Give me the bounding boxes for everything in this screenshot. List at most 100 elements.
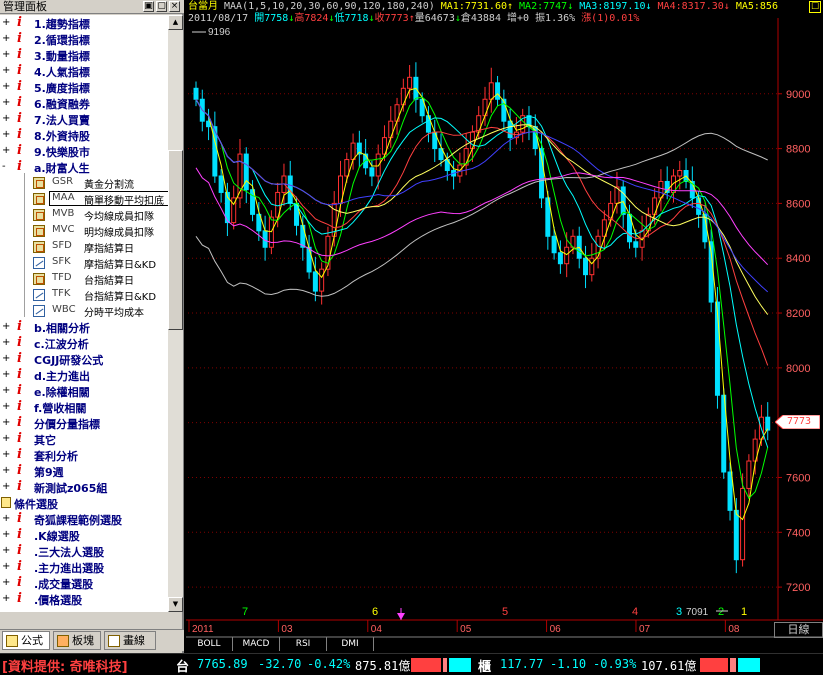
expand-icon[interactable]: + bbox=[2, 593, 10, 604]
tree-item[interactable]: + i .成交量選股 bbox=[0, 575, 168, 591]
wave-count-label: 1 bbox=[741, 606, 747, 618]
tree-item[interactable]: + i .價格選股 bbox=[0, 591, 168, 607]
header-segment: 量64673 bbox=[414, 13, 455, 24]
tree-item[interactable]: + i c.江波分析 bbox=[0, 335, 168, 351]
tree-subitem[interactable]: MAA 簡單移動平均扣底 bbox=[0, 191, 168, 207]
tree-item-label: 條件選股 bbox=[14, 498, 58, 511]
last-price-tag: 7773 bbox=[775, 415, 820, 429]
tree-item[interactable]: + i e.除權相關 bbox=[0, 383, 168, 399]
expand-icon[interactable]: + bbox=[2, 465, 10, 476]
tree-subitem[interactable]: TFK 台指結算日&KD bbox=[0, 287, 168, 303]
tab-boll[interactable]: BOLL bbox=[186, 637, 233, 651]
tab-formula[interactable]: 公式 bbox=[2, 631, 50, 650]
panel-float-button[interactable]: ▢ bbox=[156, 1, 167, 12]
scroll-thumb[interactable] bbox=[168, 150, 183, 330]
expand-icon[interactable]: + bbox=[2, 545, 10, 556]
tree-item[interactable]: + i 奇狐課程範例選股 bbox=[0, 511, 168, 527]
tree-item[interactable]: + i CGJJ研發公式 bbox=[0, 351, 168, 367]
chart-canvas[interactable]: 7200740076007800800082008400860088009000… bbox=[186, 0, 823, 653]
expand-icon[interactable]: + bbox=[2, 49, 10, 60]
tree-item[interactable]: + i 分價分量指標 bbox=[0, 415, 168, 431]
tree-item[interactable]: - i a.財富人生 bbox=[0, 159, 168, 175]
expand-icon[interactable]: + bbox=[2, 417, 10, 428]
expand-icon[interactable]: + bbox=[2, 449, 10, 460]
indicator-group-icon: i bbox=[17, 31, 22, 46]
expand-icon[interactable]: + bbox=[2, 81, 10, 92]
tree-item[interactable]: + i .K線選股 bbox=[0, 527, 168, 543]
tree-item[interactable]: + i 套利分析 bbox=[0, 447, 168, 463]
tree-item[interactable]: + i d.主力進出 bbox=[0, 367, 168, 383]
tree-item[interactable]: + i 4.人氣指標 bbox=[0, 63, 168, 79]
kline-chart[interactable]: 7200740076007800800082008400860088009000… bbox=[186, 0, 823, 653]
indicator-group-icon: i bbox=[17, 351, 22, 366]
tree-scrollbar[interactable]: ▲ ▼ bbox=[168, 15, 183, 612]
moving-average-line bbox=[195, 99, 769, 293]
tree-item[interactable]: + i .主力進出選股 bbox=[0, 559, 168, 575]
expand-icon[interactable]: + bbox=[2, 97, 10, 108]
tree-item[interactable]: + i 9.快樂股市 bbox=[0, 143, 168, 159]
formula-tab-icon bbox=[6, 635, 18, 647]
expand-icon[interactable]: + bbox=[2, 577, 10, 588]
indicator-group-icon: i bbox=[17, 463, 22, 478]
tree-subitem[interactable]: WBC 分時平均成本 bbox=[0, 303, 168, 319]
tree-item[interactable]: + i 2.循環指標 bbox=[0, 31, 168, 47]
panel-close-button[interactable]: × bbox=[169, 1, 180, 12]
tree-item[interactable]: + i 6.融資融券 bbox=[0, 95, 168, 111]
scroll-up-arrow[interactable]: ▲ bbox=[168, 15, 183, 30]
wave-count-label: 2 bbox=[718, 606, 724, 618]
tree-item[interactable]: + i 第9週 bbox=[0, 463, 168, 479]
tree-subitem[interactable]: SFK 摩指結算日&KD bbox=[0, 255, 168, 271]
expand-icon[interactable]: + bbox=[2, 353, 10, 364]
tree-item[interactable]: + i 5.廣度指標 bbox=[0, 79, 168, 95]
expand-icon[interactable]: + bbox=[2, 33, 10, 44]
scroll-down-arrow[interactable]: ▼ bbox=[168, 597, 183, 612]
expand-icon[interactable]: + bbox=[2, 513, 10, 524]
period-button[interactable]: 日線 bbox=[774, 622, 823, 638]
tree-subitem[interactable]: TFD 台指結算日 bbox=[0, 271, 168, 287]
expand-icon[interactable]: + bbox=[2, 369, 10, 380]
expand-icon[interactable]: + bbox=[2, 321, 10, 332]
wave-count-label: 6 bbox=[372, 606, 378, 618]
panel-restore-button[interactable]: ▣ bbox=[143, 1, 154, 12]
header-segment: 收7773 bbox=[374, 13, 409, 24]
tree-item[interactable]: + i 7.法人買賣 bbox=[0, 111, 168, 127]
indicator-group-icon: i bbox=[17, 367, 22, 382]
tree-item[interactable]: + i .三大法人選股 bbox=[0, 543, 168, 559]
expand-icon[interactable]: + bbox=[2, 145, 10, 156]
tree-item[interactable]: + i 1.趨勢指標 bbox=[0, 15, 168, 31]
tree-item[interactable]: + i 8.外資持股 bbox=[0, 127, 168, 143]
tree-item[interactable]: + i 新測試z065組 bbox=[0, 479, 168, 495]
expand-icon[interactable]: + bbox=[2, 433, 10, 444]
expand-icon[interactable]: + bbox=[2, 337, 10, 348]
expand-icon[interactable]: + bbox=[2, 17, 10, 28]
tab-drawing[interactable]: 畫線 bbox=[104, 631, 156, 650]
expand-icon[interactable]: + bbox=[2, 113, 10, 124]
formula-code: GSR bbox=[52, 176, 74, 187]
candle-body bbox=[551, 235, 557, 254]
tree-item[interactable]: + i 3.動量指標 bbox=[0, 47, 168, 63]
tree-item[interactable]: + i b.相關分析 bbox=[0, 319, 168, 335]
formula-code: MVC bbox=[52, 224, 75, 235]
tab-rsi[interactable]: RSI bbox=[280, 637, 327, 651]
tree-subitem[interactable]: SFD 摩指結算日 bbox=[0, 239, 168, 255]
expand-icon[interactable]: + bbox=[2, 129, 10, 140]
formula-tree[interactable]: + i 1.趨勢指標 + i 2.循環指標 + i 3.動量指標 + i 4.人氣指標 + i 5.廣度指標… bbox=[0, 15, 168, 612]
taiex-symbol: 台 bbox=[176, 660, 190, 675]
chart-close-icon[interactable]: ☐ bbox=[809, 1, 821, 13]
expand-icon[interactable]: + bbox=[2, 401, 10, 412]
tab-dmi[interactable]: DMI bbox=[327, 637, 374, 651]
expand-icon[interactable]: + bbox=[2, 481, 10, 492]
expand-icon[interactable]: + bbox=[2, 385, 10, 396]
tree-subitem[interactable]: MVB 今均線成員扣隊 bbox=[0, 207, 168, 223]
tree-subitem[interactable]: GSR 黃金分割流 bbox=[0, 175, 168, 191]
expand-icon[interactable]: + bbox=[2, 561, 10, 572]
expand-icon[interactable]: + bbox=[2, 65, 10, 76]
tab-macd[interactable]: MACD bbox=[233, 637, 280, 651]
tree-subitem[interactable]: MVC 明均線成員扣隊 bbox=[0, 223, 168, 239]
expand-icon[interactable]: + bbox=[2, 529, 10, 540]
tree-folder[interactable]: 條件選股 bbox=[0, 495, 168, 511]
tab-sector[interactable]: 板塊 bbox=[53, 631, 101, 650]
tree-item[interactable]: + i 其它 bbox=[0, 431, 168, 447]
tree-item[interactable]: + i f.營收相關 bbox=[0, 399, 168, 415]
expand-icon[interactable]: - bbox=[2, 161, 10, 172]
